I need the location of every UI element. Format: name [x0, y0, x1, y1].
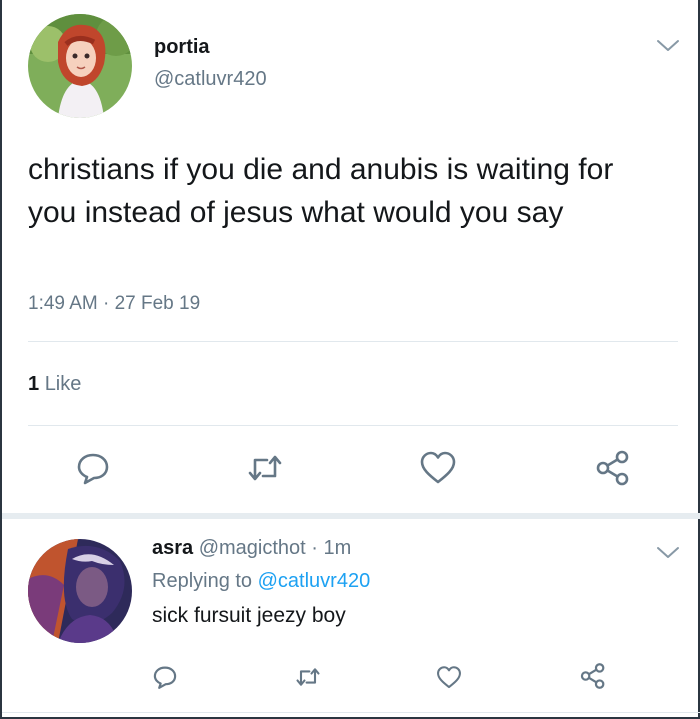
section-divider	[2, 513, 700, 519]
reply-author-handle[interactable]: @magicthot	[199, 537, 306, 559]
like-icon[interactable]	[434, 662, 464, 692]
author-avatar[interactable]	[28, 14, 132, 118]
reply-icon[interactable]	[150, 662, 180, 692]
reply-text: sick fursuit jeezy boy	[152, 604, 346, 627]
divider	[2, 712, 700, 713]
reply-icon[interactable]	[73, 448, 113, 488]
share-icon[interactable]	[593, 448, 633, 488]
like-count-number: 1	[28, 373, 40, 395]
chevron-down-icon[interactable]	[656, 38, 680, 54]
like-count[interactable]: 1 Like	[28, 373, 81, 396]
replying-prefix: Replying to	[152, 570, 258, 592]
retweet-icon[interactable]	[245, 448, 285, 488]
tweet-text: christians if you die and anubis is wait…	[28, 153, 614, 229]
like-icon[interactable]	[418, 448, 458, 488]
divider	[28, 425, 678, 426]
reply-age[interactable]: 1m	[324, 537, 352, 559]
author-handle[interactable]: @catluvr420	[154, 68, 267, 91]
like-count-label: Like	[44, 373, 82, 395]
reply-author-name[interactable]: asra	[152, 537, 193, 559]
tweet-detail-screen: portia @catluvr420 christians if you die…	[0, 0, 700, 719]
reply-separator: ·	[305, 537, 324, 559]
chevron-down-icon[interactable]	[656, 545, 680, 561]
reply-header: asra @magicthot · 1m	[152, 537, 351, 560]
replying-to-handle[interactable]: @catluvr420	[258, 570, 371, 592]
reply-author-avatar[interactable]	[28, 539, 132, 643]
share-icon[interactable]	[578, 661, 608, 691]
divider	[28, 341, 678, 342]
tweet-timestamp[interactable]: 1:49 AM · 27 Feb 19	[28, 293, 200, 315]
replying-to: Replying to @catluvr420	[152, 570, 370, 593]
author-name[interactable]: portia	[154, 36, 210, 59]
retweet-icon[interactable]	[293, 662, 323, 692]
